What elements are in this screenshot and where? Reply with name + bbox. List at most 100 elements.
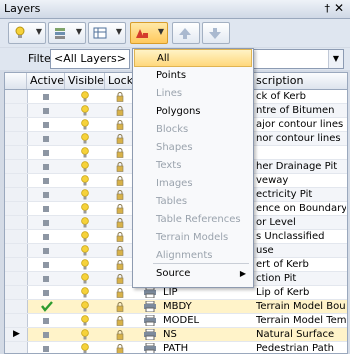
table-row[interactable]: PATH Pedestrian Path xyxy=(5,342,347,354)
lightbulb-icon[interactable] xyxy=(81,259,89,270)
layer-manager-button[interactable]: ▼ xyxy=(88,22,126,44)
printer-icon[interactable] xyxy=(143,343,157,354)
lock-icon[interactable] xyxy=(116,330,124,340)
row-header[interactable] xyxy=(5,244,28,257)
lock-icon[interactable] xyxy=(116,218,124,228)
active-toggle[interactable] xyxy=(43,318,49,324)
lightbulb-icon[interactable] xyxy=(81,91,89,102)
row-header[interactable] xyxy=(5,258,28,271)
move-down-button[interactable] xyxy=(202,22,230,44)
row-header[interactable] xyxy=(5,188,28,201)
lightbulb-icon[interactable] xyxy=(81,329,89,340)
row-header[interactable] xyxy=(5,286,28,299)
header-lock[interactable]: Lock xyxy=(105,73,135,89)
active-toggle[interactable] xyxy=(43,164,49,170)
lock-icon[interactable] xyxy=(116,232,124,242)
lock-icon[interactable] xyxy=(116,162,124,172)
menu-item[interactable]: Source ▶ xyxy=(134,265,252,283)
active-toggle[interactable] xyxy=(43,122,49,128)
table-row[interactable]: MODEL Terrain Model Template xyxy=(5,314,347,328)
lightbulb-icon[interactable] xyxy=(81,175,89,186)
menu-item[interactable]: Table References xyxy=(134,211,252,229)
row-header[interactable] xyxy=(5,118,28,131)
active-toggle[interactable] xyxy=(43,234,49,240)
layer-stack-button[interactable]: ▼ xyxy=(48,22,86,44)
chevron-down-icon[interactable]: ▼ xyxy=(328,50,343,68)
new-layer-button[interactable]: ▼ xyxy=(8,22,46,44)
printer-icon[interactable] xyxy=(143,301,157,312)
active-toggle[interactable] xyxy=(43,136,49,142)
lock-icon[interactable] xyxy=(116,316,124,326)
printer-icon[interactable] xyxy=(143,329,157,340)
active-toggle[interactable] xyxy=(43,332,49,338)
lightbulb-icon[interactable] xyxy=(81,245,89,256)
active-toggle[interactable] xyxy=(43,206,49,212)
menu-item[interactable]: Shapes xyxy=(134,139,252,157)
menu-item[interactable]: Images xyxy=(134,175,252,193)
lightbulb-icon[interactable] xyxy=(81,161,89,172)
table-row[interactable]: LIP Lip of Kerb xyxy=(5,286,347,300)
lock-icon[interactable] xyxy=(116,302,124,312)
move-up-button[interactable] xyxy=(172,22,200,44)
active-toggle[interactable] xyxy=(43,262,49,268)
menu-item[interactable]: Blocks xyxy=(134,121,252,139)
lightbulb-icon[interactable] xyxy=(81,273,89,284)
pin-icon[interactable]: † xyxy=(325,2,331,15)
lightbulb-icon[interactable] xyxy=(81,301,89,312)
lock-icon[interactable] xyxy=(116,204,124,214)
row-header[interactable] xyxy=(5,132,28,145)
lightbulb-icon[interactable] xyxy=(81,287,89,298)
row-header[interactable] xyxy=(5,146,28,159)
header-active[interactable]: Active xyxy=(27,73,65,89)
close-icon[interactable]: ✕ xyxy=(334,1,344,15)
row-header[interactable] xyxy=(5,342,28,353)
lightbulb-icon[interactable] xyxy=(81,147,89,158)
printer-icon[interactable] xyxy=(143,287,157,298)
lock-icon[interactable] xyxy=(116,176,124,186)
active-toggle[interactable] xyxy=(43,108,49,114)
row-header[interactable] xyxy=(5,230,28,243)
row-header[interactable]: ▶ xyxy=(5,328,28,341)
menu-item[interactable]: Points xyxy=(134,67,252,85)
lock-icon[interactable] xyxy=(116,134,124,144)
lock-icon[interactable] xyxy=(116,148,124,158)
lightbulb-icon[interactable] xyxy=(81,217,89,228)
menu-item[interactable]: All xyxy=(134,49,252,67)
lightbulb-icon[interactable] xyxy=(81,343,89,354)
lightbulb-icon[interactable] xyxy=(81,315,89,326)
row-header[interactable] xyxy=(5,216,28,229)
lock-icon[interactable] xyxy=(116,274,124,284)
lightbulb-icon[interactable] xyxy=(81,119,89,130)
filter-combo[interactable]: <All Layers> xyxy=(50,49,130,69)
table-row[interactable]: MBDY Terrain Model Boundary xyxy=(5,300,347,314)
active-toggle[interactable] xyxy=(43,346,49,352)
row-header[interactable] xyxy=(5,314,28,327)
row-header[interactable] xyxy=(5,202,28,215)
header-description[interactable]: scription xyxy=(253,73,347,89)
active-toggle[interactable] xyxy=(43,192,49,198)
printer-icon[interactable] xyxy=(143,315,157,326)
menu-item[interactable]: Texts xyxy=(134,157,252,175)
lock-icon[interactable] xyxy=(116,260,124,270)
active-toggle[interactable] xyxy=(43,94,49,100)
menu-item[interactable]: Tables xyxy=(134,193,252,211)
lock-icon[interactable] xyxy=(116,106,124,116)
row-header[interactable] xyxy=(5,174,28,187)
table-row[interactable]: ▶ NS Natural Surface xyxy=(5,328,347,342)
lightbulb-icon[interactable] xyxy=(81,133,89,144)
active-toggle[interactable] xyxy=(43,290,49,296)
lightbulb-icon[interactable] xyxy=(81,203,89,214)
layer-type-filter-button[interactable]: ▼ xyxy=(130,22,168,44)
active-toggle[interactable] xyxy=(43,220,49,226)
active-toggle[interactable] xyxy=(43,150,49,156)
active-toggle[interactable] xyxy=(43,248,49,254)
lock-icon[interactable] xyxy=(116,344,124,354)
lock-icon[interactable] xyxy=(116,246,124,256)
active-toggle[interactable] xyxy=(43,178,49,184)
row-header[interactable] xyxy=(5,160,28,173)
menu-item[interactable]: Polygons xyxy=(134,103,252,121)
lock-icon[interactable] xyxy=(116,92,124,102)
lock-icon[interactable] xyxy=(116,120,124,130)
lock-icon[interactable] xyxy=(116,190,124,200)
header-visible[interactable]: Visible xyxy=(65,73,105,89)
